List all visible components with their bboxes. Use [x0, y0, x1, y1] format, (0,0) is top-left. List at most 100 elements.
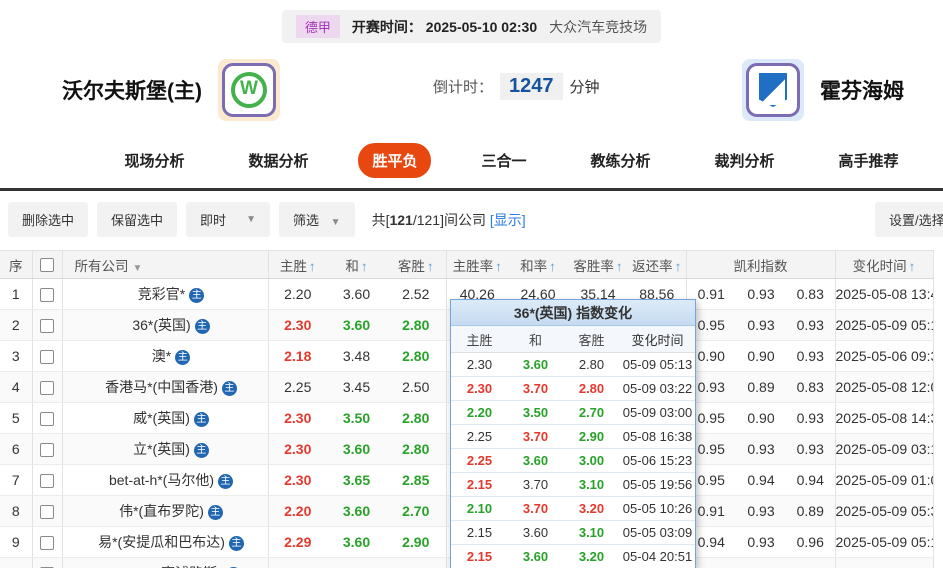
row-index: 10	[0, 557, 32, 568]
popup-header-row: 主胜 和 客胜 变化时间	[451, 326, 695, 353]
settings-select-button[interactable]: 设置/选择	[875, 202, 943, 237]
row-index: 4	[0, 371, 32, 403]
kelly-away: 0.93	[786, 340, 836, 372]
away-odds: 2.50	[386, 371, 446, 403]
change-time: 2025-05-09 05:14	[834, 309, 934, 341]
home-odds: 2.30	[267, 464, 327, 496]
popup-history-row: 2.15 3.60 3.20 05-04 20:51	[451, 545, 695, 568]
change-time: 2025-05-08 12:02	[834, 371, 934, 403]
company-name[interactable]: 澳* 主	[61, 340, 268, 372]
tab-expert-picks[interactable]: 高手推荐	[825, 143, 913, 178]
shield-icon	[759, 73, 787, 107]
popup-home-odds: 2.20	[466, 405, 493, 420]
header-draw-odds[interactable]: 和 ↑	[327, 250, 386, 279]
row-checkbox[interactable]	[40, 381, 54, 396]
row-index: 7	[0, 464, 32, 496]
popup-history-row: 2.15 3.70 3.10 05-05 19:56	[451, 473, 695, 497]
company-name[interactable]: 36*(英国) 主	[61, 309, 268, 341]
popup-draw-odds: 3.50	[522, 405, 549, 420]
draw-odds: 3.48	[327, 340, 386, 372]
show-link[interactable]: [显示]	[490, 212, 526, 228]
kelly-draw: 0.90	[736, 402, 786, 434]
header-home-rate[interactable]: 主胜率 ↑	[445, 250, 508, 279]
draw-odds: 3.50	[327, 402, 386, 434]
company-name[interactable]: 香港马*(中国香港) 主	[61, 371, 268, 403]
popup-draw-odds: 3.60	[522, 453, 549, 468]
company-name[interactable]: bet-at-h*(马尔他) 主	[61, 464, 268, 496]
tab-three-in-one[interactable]: 三合一	[467, 143, 540, 178]
popup-home-odds: 2.30	[466, 381, 493, 396]
match-info-bar: 德甲 开赛时间： 2025-05-10 02:30 大众汽车竞技场	[0, 0, 943, 43]
popup-history-row: 2.15 3.60 3.10 05-05 03:09	[451, 521, 695, 545]
popup-away-odds: 2.80	[578, 381, 605, 396]
time-filter-dropdown[interactable]: 即时 ▼	[186, 202, 271, 237]
home-team-block: 沃尔夫斯堡(主) W	[62, 59, 280, 121]
row-checkbox[interactable]	[40, 350, 54, 365]
popup-draw-odds: 3.60	[522, 549, 549, 564]
row-checkbox[interactable]	[40, 536, 54, 551]
kelly-draw: 0.91	[736, 557, 786, 568]
countdown: 倒计时： 1247 分钟	[433, 73, 600, 100]
tab-referee-analysis[interactable]: 裁判分析	[701, 143, 789, 178]
home-odds: 2.35	[267, 557, 327, 568]
row-checkbox[interactable]	[40, 474, 54, 489]
header-company[interactable]: 所有公司 ▼	[61, 250, 268, 279]
row-checkbox[interactable]	[40, 288, 54, 303]
keep-selected-button[interactable]: 保留选中	[97, 202, 178, 237]
header-return-rate[interactable]: 返还率 ↑	[628, 250, 686, 279]
row-index: 9	[0, 526, 32, 558]
row-checkbox[interactable]	[40, 443, 54, 458]
company-name[interactable]: 立*(英国) 主	[61, 433, 268, 465]
popup-change-time: 05-08 16:38	[622, 429, 693, 444]
home-odds: 2.30	[267, 309, 327, 341]
away-odds: 2.90	[386, 526, 446, 558]
select-all-checkbox[interactable]	[40, 258, 54, 273]
teams-header: 沃尔夫斯堡(主) W 倒计时： 1247 分钟 霍芬海姆	[0, 43, 943, 135]
popup-home-odds: 2.15	[466, 477, 493, 492]
company-name[interactable]: 易*(安提瓜和巴布达) 主	[61, 526, 268, 558]
header-away-rate[interactable]: 客胜率 ↑	[568, 250, 628, 279]
tab-data-analysis[interactable]: 数据分析	[234, 143, 322, 178]
away-odds: 2.90	[386, 557, 446, 568]
row-index: 2	[0, 309, 32, 341]
header-draw-rate[interactable]: 和率 ↑	[508, 250, 568, 279]
sort-asc-icon: ↑	[426, 258, 434, 274]
home-badge-icon: 主	[221, 381, 237, 396]
filter-dropdown[interactable]: 筛选 ▼	[279, 202, 355, 237]
caret-down-icon: ▼	[246, 214, 257, 225]
draw-odds: 3.60	[327, 309, 386, 341]
home-badge-icon: 主	[207, 505, 223, 520]
header-away-odds[interactable]: 客胜 ↑	[386, 250, 446, 279]
home-badge-icon: 主	[193, 443, 209, 458]
home-odds: 2.30	[267, 402, 327, 434]
tab-coach-analysis[interactable]: 教练分析	[577, 143, 665, 178]
row-checkbox[interactable]	[40, 505, 54, 520]
row-checkbox[interactable]	[40, 319, 54, 334]
kelly-away: 0.83	[786, 371, 836, 403]
sort-asc-icon: ↑	[495, 258, 502, 274]
countdown-unit: 分钟	[569, 79, 600, 96]
popup-home-odds: 2.10	[466, 501, 493, 516]
away-team-block: 霍芬海姆	[742, 59, 904, 121]
company-name[interactable]: 威*(英国) 主	[61, 402, 268, 434]
change-time: 2025-05-06 09:34	[834, 340, 934, 372]
table-header-row: 序 所有公司 ▼ 主胜 ↑ 和 ↑ 客胜 ↑ 主胜率 ↑ 和率 ↑ 客胜率 ↑ 返还率 ↑ 凯利…	[0, 250, 934, 279]
tab-win-draw-lose[interactable]: 胜平负	[358, 143, 432, 178]
popup-change-time: 05-09 03:22	[622, 381, 693, 396]
kelly-away: 0.93	[786, 309, 836, 341]
away-odds: 2.80	[386, 402, 446, 434]
kelly-away: 0.96	[786, 526, 836, 558]
company-name[interactable]: Interwet*(塞浦路斯)主	[61, 557, 268, 568]
away-odds: 2.85	[386, 464, 446, 496]
company-name[interactable]: 伟*(直布罗陀) 主	[61, 495, 268, 527]
tab-live-analysis[interactable]: 现场分析	[110, 143, 198, 178]
header-change-time[interactable]: 变化时间 ↑	[834, 250, 934, 279]
delete-selected-button[interactable]: 删除选中	[8, 202, 89, 237]
company-name[interactable]: 竞彩官* 主	[61, 278, 268, 310]
away-odds: 2.80	[386, 309, 446, 341]
popup-away-odds: 2.70	[578, 405, 605, 420]
header-home-odds[interactable]: 主胜 ↑	[267, 250, 327, 279]
home-odds: 2.20	[267, 495, 327, 527]
kelly-draw: 0.93	[736, 526, 786, 558]
row-checkbox[interactable]	[40, 412, 54, 427]
